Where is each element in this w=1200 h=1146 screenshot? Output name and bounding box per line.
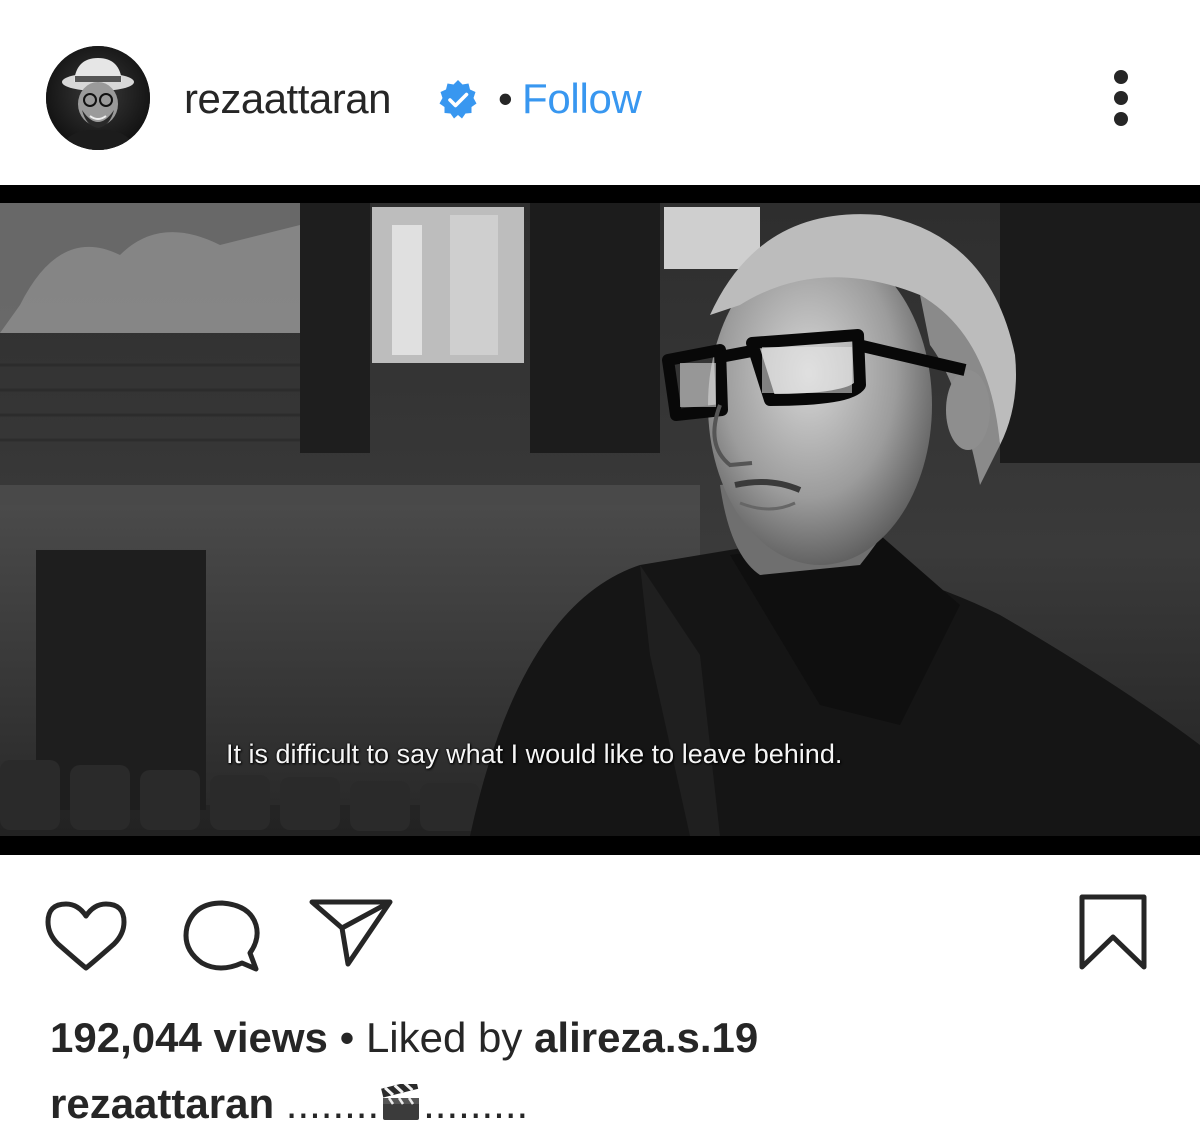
- post-author-username[interactable]: rezaattaran: [184, 72, 391, 126]
- heart-icon: [45, 901, 127, 971]
- header-separator: •: [498, 75, 513, 122]
- views-count[interactable]: 192,044 views: [50, 1014, 328, 1061]
- more-vertical-icon-dot: [1114, 91, 1128, 105]
- share-button[interactable]: [308, 896, 394, 968]
- save-button[interactable]: [1076, 893, 1150, 973]
- clapper-board-icon: [381, 1084, 420, 1120]
- more-options-button[interactable]: [1100, 62, 1144, 134]
- stats-separator: •: [327, 1014, 366, 1061]
- video-player[interactable]: [0, 185, 1200, 855]
- caption-username[interactable]: rezaattaran: [50, 1080, 274, 1127]
- avatar-image: [46, 46, 150, 150]
- like-button[interactable]: [44, 898, 128, 974]
- post-stats: 192,044 views • Liked by alireza.s.19: [50, 1011, 758, 1065]
- liked-by-prefix: Liked by: [365, 1014, 535, 1061]
- avatar[interactable]: [46, 46, 150, 150]
- bookmark-icon: [1079, 894, 1147, 970]
- post-caption: rezaattaran ........ .........: [50, 1077, 528, 1131]
- more-vertical-icon-dot: [1114, 112, 1128, 126]
- liked-by-user-link[interactable]: alireza.s.19: [534, 1014, 758, 1061]
- comment-button[interactable]: [180, 897, 262, 975]
- post-header: rezaattaran • Follow: [0, 0, 1200, 185]
- caption-text-before: ........: [274, 1080, 380, 1127]
- more-vertical-icon: [1114, 70, 1128, 84]
- follow-button[interactable]: Follow: [522, 72, 642, 126]
- comment-bubble-icon: [183, 900, 260, 972]
- paper-plane-icon: [309, 899, 393, 967]
- caption-text-after: .........: [423, 1080, 529, 1127]
- verified-badge-icon: [439, 80, 477, 119]
